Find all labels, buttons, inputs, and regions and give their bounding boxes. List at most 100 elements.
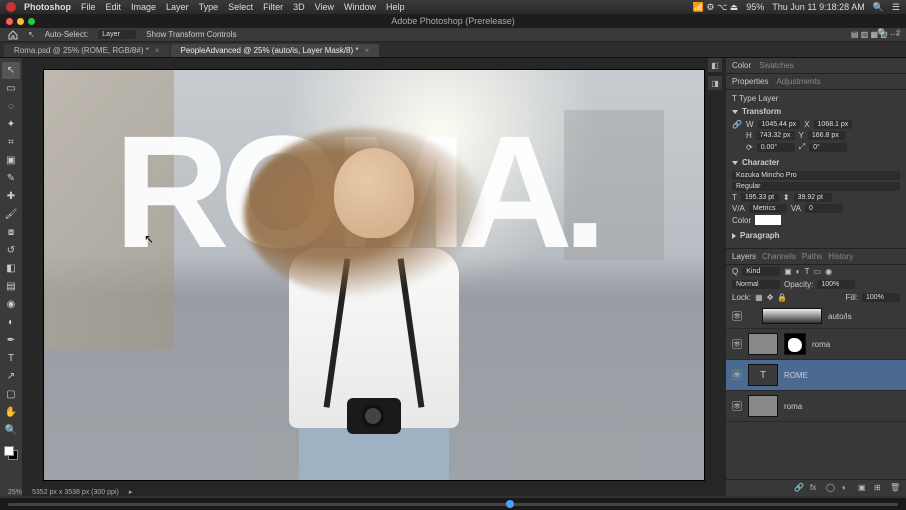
gutter-icon-2[interactable]: ◨	[708, 76, 722, 90]
filter-shape-icon[interactable]: ▭	[814, 267, 822, 276]
fx-icon[interactable]: fx	[810, 483, 820, 493]
history-tab[interactable]: History	[828, 252, 853, 261]
tracking[interactable]: 0	[805, 204, 843, 213]
window-close-icon[interactable]	[6, 18, 13, 25]
leading[interactable]: 39.92 pt	[794, 193, 832, 202]
blur-tool[interactable]: ◉	[2, 296, 20, 313]
font-style[interactable]: Regular	[732, 182, 900, 191]
control-center-icon[interactable]: ☰	[892, 2, 900, 13]
lock-pos-icon[interactable]: ✥	[767, 293, 774, 302]
visibility-icon[interactable]: 👁	[732, 370, 742, 380]
move-tool[interactable]: ↖	[2, 62, 20, 79]
path-tool[interactable]: ↗	[2, 368, 20, 385]
menu-file[interactable]: File	[81, 2, 96, 12]
transform-h[interactable]: 743.32 px	[756, 131, 795, 140]
visibility-icon[interactable]: 👁	[732, 339, 742, 349]
marquee-tool[interactable]: ▭	[2, 80, 20, 97]
app-name[interactable]: Photoshop	[24, 2, 71, 12]
kerning[interactable]: Metrics	[749, 204, 787, 213]
filter-smart-icon[interactable]: ◉	[825, 267, 832, 276]
search-icon[interactable]: 🔍	[877, 28, 888, 39]
gutter-icon-1[interactable]: ◧	[708, 58, 722, 72]
frame-tool[interactable]: ▣	[2, 152, 20, 169]
lock-pixel-icon[interactable]: 🔒	[777, 293, 787, 302]
layer-row-text[interactable]: 👁 T ROME	[726, 360, 906, 391]
chevron-right-icon[interactable]: ▸	[129, 488, 133, 496]
home-icon[interactable]	[8, 30, 18, 40]
fill-value[interactable]: 100%	[862, 293, 900, 302]
font-family[interactable]: Kozuka Mincho Pro	[732, 171, 900, 180]
document-canvas[interactable]: ROMA. ↖	[44, 70, 704, 480]
share-icon[interactable]: ⇪	[894, 28, 902, 39]
eyedropper-tool[interactable]: ✎	[2, 170, 20, 187]
heal-tool[interactable]: ✚	[2, 188, 20, 205]
window-zoom-icon[interactable]	[28, 18, 35, 25]
close-icon[interactable]: ×	[155, 46, 160, 55]
trash-icon[interactable]: 🗑	[890, 483, 900, 493]
opacity-value[interactable]: 100%	[817, 280, 855, 289]
doc-tab-1[interactable]: Roma.psd @ 25% (ROME, RGB/8#) *×	[4, 44, 170, 57]
type-tool[interactable]: T	[2, 350, 20, 367]
layer-name[interactable]: roma	[784, 402, 802, 411]
transform-y[interactable]: 166.8 px	[808, 131, 846, 140]
video-playback-bar[interactable]	[0, 498, 906, 510]
menu-edit[interactable]: Edit	[106, 2, 122, 12]
swatches-tab[interactable]: Swatches	[759, 61, 794, 70]
transform-skew[interactable]: 0°	[809, 143, 847, 152]
menu-3d[interactable]: 3D	[293, 2, 305, 12]
window-minimize-icon[interactable]	[17, 18, 24, 25]
menubar-icons[interactable]: 📶 ⚙︎ ⌥ ⏏︎	[693, 2, 739, 13]
new-group-icon[interactable]: ▣	[858, 483, 868, 493]
brush-tool[interactable]: 🖌	[2, 206, 20, 223]
font-size[interactable]: 195.33 pt	[741, 193, 779, 202]
layer-filter-kind[interactable]: Kind	[742, 267, 780, 276]
transform-section-title[interactable]: Transform	[742, 107, 781, 116]
show-transform-label[interactable]: Show Transform Controls	[146, 30, 236, 39]
color-tab[interactable]: Color	[732, 61, 751, 70]
blend-mode[interactable]: Normal	[732, 280, 780, 289]
zoom-tool[interactable]: 🔍	[2, 422, 20, 439]
history-brush-tool[interactable]: ↺	[2, 242, 20, 259]
menu-layer[interactable]: Layer	[166, 2, 189, 12]
menu-select[interactable]: Select	[228, 2, 253, 12]
scrubber-track[interactable]	[8, 503, 898, 506]
layer-row-image[interactable]: 👁 roma	[726, 391, 906, 422]
close-icon[interactable]: ×	[365, 46, 370, 55]
dodge-tool[interactable]: ◐	[2, 314, 20, 331]
menu-help[interactable]: Help	[386, 2, 405, 12]
mask-icon[interactable]: ◯	[826, 483, 836, 493]
lasso-tool[interactable]: ◌	[2, 98, 20, 115]
menu-view[interactable]: View	[315, 2, 334, 12]
visibility-icon[interactable]: 👁	[732, 311, 742, 321]
transform-x[interactable]: 1068.1 px	[814, 120, 853, 129]
link-layers-icon[interactable]: 🔗	[794, 483, 804, 493]
spotlight-icon[interactable]: 🔍	[873, 2, 884, 13]
eraser-tool[interactable]: ◧	[2, 260, 20, 277]
filter-adj-icon[interactable]: ◐	[796, 267, 801, 276]
filter-text-icon[interactable]: T	[805, 267, 810, 276]
channels-tab[interactable]: Channels	[762, 252, 796, 261]
hand-tool[interactable]: ✋	[2, 404, 20, 421]
canvas-area[interactable]: ROMA. ↖	[22, 58, 726, 496]
wand-tool[interactable]: ✦	[2, 116, 20, 133]
transform-w[interactable]: 1045.44 px	[758, 120, 801, 129]
color-swatch[interactable]	[4, 446, 18, 460]
menu-filter[interactable]: Filter	[263, 2, 283, 12]
layer-name[interactable]: roma	[812, 340, 830, 349]
transform-angle[interactable]: 0.00°	[757, 143, 795, 152]
zoom-level[interactable]: 25%	[8, 489, 22, 496]
crop-tool[interactable]: ⌗	[2, 134, 20, 151]
layers-tab[interactable]: Layers	[732, 252, 756, 261]
layer-row-adjust[interactable]: 👁 auto/is	[726, 304, 906, 329]
apple-menu-icon[interactable]	[6, 2, 16, 12]
visibility-icon[interactable]: 👁	[732, 401, 742, 411]
link-icon[interactable]: 🔗	[732, 120, 742, 129]
paragraph-section-title[interactable]: Paragraph	[740, 231, 780, 240]
character-section-title[interactable]: Character	[742, 158, 779, 167]
scrubber-thumb[interactable]	[506, 500, 514, 508]
doc-tab-2[interactable]: PeopleAdvanced @ 25% (auto/is, Layer Mas…	[171, 44, 380, 57]
stamp-tool[interactable]: ⧇	[2, 224, 20, 241]
layer-name[interactable]: auto/is	[828, 312, 852, 321]
gradient-tool[interactable]: ▤	[2, 278, 20, 295]
layer-name[interactable]: ROME	[784, 371, 808, 380]
